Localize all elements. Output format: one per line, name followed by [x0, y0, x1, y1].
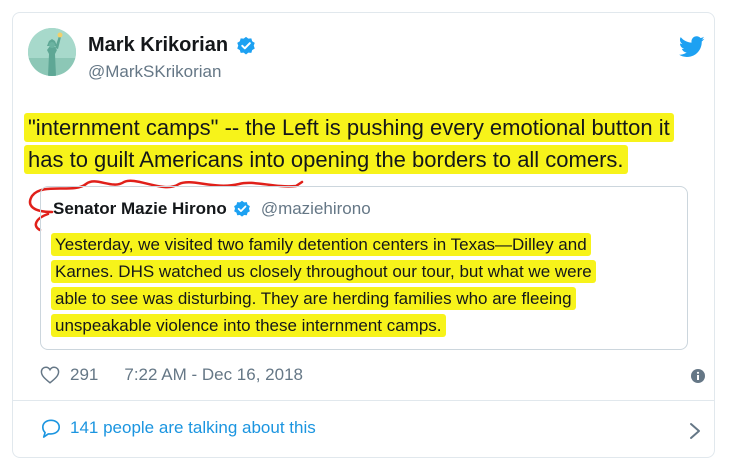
quoted-author-name[interactable]: Senator Mazie Hirono: [53, 199, 227, 219]
chevron-right-icon[interactable]: [689, 422, 701, 440]
heart-icon[interactable]: [40, 366, 60, 384]
author-name[interactable]: Mark Krikorian: [88, 34, 228, 57]
talking-about-link[interactable]: 141 people are talking about this: [40, 418, 316, 438]
card-divider: [12, 400, 715, 401]
tweet-stats: 291 7:22 AM - Dec 16, 2018: [40, 365, 303, 385]
quoted-line-2: Karnes. DHS watched us closely throughou…: [51, 260, 596, 283]
tweet-line-1: "internment camps" -- the Left is pushin…: [24, 113, 674, 142]
talking-label[interactable]: 141 people are talking about this: [70, 418, 316, 438]
reply-bubble-icon: [42, 419, 61, 438]
quoted-author-handle[interactable]: @maziehirono: [261, 199, 371, 219]
quoted-line-4: unspeakable violence into these internme…: [51, 314, 446, 337]
verified-badge-icon: [233, 200, 250, 217]
author-handle[interactable]: @MarkSKrikorian: [88, 62, 221, 82]
like-count[interactable]: 291: [70, 365, 98, 385]
quoted-tweet-body: Yesterday, we visited two family detenti…: [51, 231, 671, 339]
tweet-timestamp[interactable]: 7:22 AM - Dec 16, 2018: [124, 365, 303, 385]
quoted-tweet-header: Senator Mazie Hirono @maziehirono: [53, 199, 371, 219]
quoted-line-3: able to see was disturbing. They are her…: [51, 287, 576, 310]
quoted-line-1: Yesterday, we visited two family detenti…: [51, 233, 591, 256]
tweet-body: "internment camps" -- the Left is pushin…: [24, 112, 684, 176]
statue-of-liberty-avatar: [28, 28, 76, 76]
info-icon[interactable]: [691, 369, 705, 383]
verified-badge-icon: [237, 36, 255, 54]
author-avatar[interactable]: [28, 28, 76, 76]
tweet-line-2: has to guilt Americans into opening the …: [24, 145, 628, 174]
author-name-row[interactable]: Mark Krikorian: [88, 34, 256, 57]
twitter-bird-icon[interactable]: [679, 36, 705, 58]
quoted-tweet[interactable]: Senator Mazie Hirono @maziehirono Yester…: [40, 186, 688, 350]
